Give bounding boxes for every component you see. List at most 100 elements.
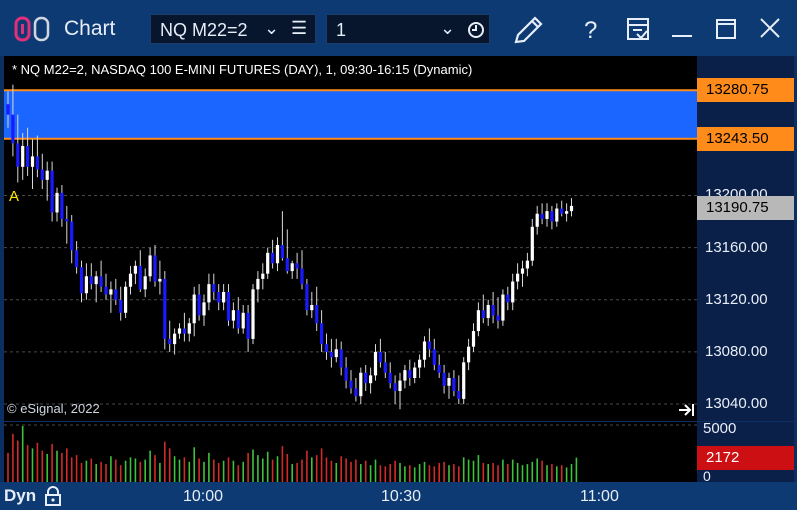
- volume-bar: [487, 464, 489, 482]
- price-band: [4, 90, 697, 139]
- volume-bar: [511, 459, 514, 482]
- volume-bar: [521, 465, 524, 482]
- time-tick: 10:00: [183, 488, 224, 505]
- volume-bar: [276, 456, 279, 482]
- volume-bar: [526, 464, 529, 482]
- candle-body: [60, 192, 64, 219]
- volume-bar: [119, 465, 122, 482]
- volume-bar: [208, 452, 210, 482]
- candle-body: [516, 273, 520, 282]
- candle-body: [437, 364, 441, 373]
- candle-body: [275, 245, 280, 264]
- volume-bar: [154, 455, 156, 482]
- volume-bar: [413, 467, 416, 482]
- candle-body: [383, 362, 387, 373]
- volume-bar: [168, 448, 171, 482]
- candle-body: [413, 367, 417, 378]
- scroll-to-end-icon[interactable]: [678, 402, 696, 418]
- close-icon[interactable]: [752, 12, 788, 46]
- volume-bar: [51, 443, 53, 482]
- volume-bar: [80, 462, 83, 482]
- candle-body: [300, 268, 304, 285]
- volume-bar: [173, 456, 176, 482]
- candle-body: [280, 245, 284, 259]
- interval-selector[interactable]: 1 ⌄: [326, 14, 490, 44]
- volume-bar: [575, 457, 578, 482]
- volume-chart[interactable]: [4, 422, 697, 482]
- candle-body: [148, 255, 152, 277]
- time-axis-bar[interactable]: Dyn 10:00 10:30 11:00: [0, 482, 797, 510]
- volume-bar: [61, 452, 63, 482]
- candle-body: [530, 226, 534, 261]
- candle-body: [65, 218, 69, 222]
- candlestick-plot[interactable]: A: [4, 56, 697, 421]
- volume-bar: [516, 462, 519, 482]
- candle-body: [442, 372, 446, 386]
- volume-bar: [418, 464, 421, 482]
- volume-bar: [21, 426, 24, 482]
- minimize-icon[interactable]: [664, 12, 700, 46]
- volume-bar: [433, 466, 436, 482]
- volume-bar: [129, 457, 132, 482]
- candle-body: [119, 299, 123, 313]
- candle-body: [128, 273, 133, 287]
- volume-bar: [409, 465, 411, 482]
- candle-body: [471, 331, 476, 347]
- candle-body: [393, 383, 397, 392]
- candle-body: [467, 346, 471, 363]
- volume-bar: [335, 462, 338, 482]
- save-layout-icon[interactable]: [620, 12, 656, 46]
- volume-bar: [203, 461, 205, 482]
- candle-body: [177, 328, 182, 334]
- volume-bar: [477, 455, 480, 482]
- chevron-down-icon[interactable]: ⌄: [440, 18, 455, 39]
- volume-bar: [90, 458, 93, 482]
- volume-bar: [560, 465, 563, 482]
- copyright-text: © eSignal, 2022: [7, 401, 100, 416]
- volume-bar: [257, 455, 259, 482]
- help-icon[interactable]: ?: [574, 12, 610, 46]
- volume-bar: [85, 460, 88, 482]
- maximize-icon[interactable]: [708, 12, 744, 46]
- volume-bar: [482, 462, 485, 482]
- candle-body: [109, 289, 113, 295]
- interval-value[interactable]: 1: [336, 20, 346, 41]
- volume-bar: [492, 462, 494, 482]
- volume-bar: [502, 459, 504, 482]
- candle-body: [35, 156, 39, 170]
- dynamic-mode-label[interactable]: Dyn: [4, 486, 36, 506]
- symbol-value[interactable]: NQ M22=2: [160, 20, 248, 41]
- volume-bar: [472, 460, 475, 482]
- price-tick: 13120.00: [705, 290, 768, 308]
- symbol-selector[interactable]: NQ M22=2 ⌄ ☰: [150, 14, 316, 44]
- volume-bar: [541, 460, 543, 482]
- volume-bar: [134, 458, 137, 482]
- volume-bar: [369, 465, 372, 482]
- candle-body: [305, 284, 309, 311]
- candle-body: [6, 104, 10, 115]
- volume-plot: [4, 424, 697, 482]
- volume-bar: [423, 461, 426, 482]
- lock-icon[interactable]: [43, 485, 63, 507]
- candle-body: [251, 289, 255, 339]
- volume-bar: [144, 459, 146, 482]
- price-axis[interactable]: 13200.0013160.0013120.0013080.0013040.00…: [697, 56, 794, 421]
- candle-body: [236, 310, 240, 329]
- candle-body: [16, 143, 20, 167]
- candle-body: [525, 260, 529, 269]
- volume-bar: [237, 465, 240, 482]
- link-icon[interactable]: [14, 16, 54, 42]
- volume-axis[interactable]: 5000 0 2172: [697, 420, 794, 484]
- volume-bar: [193, 447, 195, 482]
- lower-level-label: 13243.50: [697, 126, 794, 151]
- candle-body: [501, 294, 505, 321]
- pencil-icon[interactable]: [510, 12, 546, 46]
- volume-bar: [374, 459, 377, 482]
- candle-body: [133, 265, 137, 274]
- candle-body: [40, 169, 44, 180]
- menu-icon[interactable]: ☰: [291, 18, 307, 39]
- candle-body: [540, 213, 544, 219]
- chevron-down-icon[interactable]: ⌄: [264, 18, 279, 39]
- clock-icon[interactable]: [467, 21, 485, 39]
- price-chart[interactable]: A * NQ M22=2, NASDAQ 100 E-MINI FUTURES …: [4, 56, 697, 421]
